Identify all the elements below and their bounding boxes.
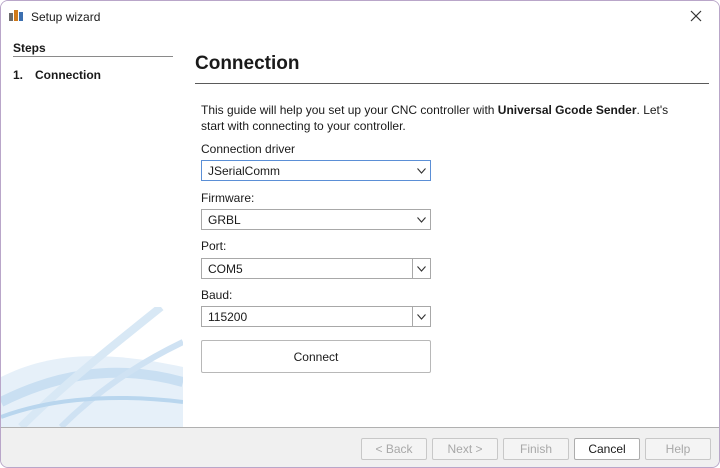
chevron-down-icon[interactable]: [412, 259, 430, 278]
connection-driver-select[interactable]: JSerialComm: [201, 160, 431, 181]
window-title: Setup wizard: [31, 10, 101, 24]
setup-wizard-window: Setup wizard Steps 1. Connection Connect…: [0, 0, 720, 468]
help-button[interactable]: Help: [645, 438, 711, 460]
chevron-down-icon: [412, 161, 430, 180]
port-select[interactable]: COM5: [201, 258, 431, 279]
connection-driver-label: Connection driver: [201, 142, 296, 156]
next-button[interactable]: Next >: [432, 438, 498, 460]
steps-divider: [13, 56, 173, 57]
title-bar: Setup wizard: [1, 1, 719, 31]
cancel-button[interactable]: Cancel: [574, 438, 640, 460]
baud-label: Baud:: [201, 288, 233, 302]
firmware-label: Firmware:: [201, 191, 255, 205]
app-name: Universal Gcode Sender: [497, 103, 637, 117]
steps-panel: Steps 1. Connection: [1, 31, 183, 427]
intro-text: This guide will help you set up your CNC…: [201, 103, 669, 133]
wizard-footer: < Back Next > Finish Cancel Help: [1, 427, 719, 467]
steps-heading: Steps: [13, 41, 46, 55]
firmware-select[interactable]: GRBL: [201, 209, 431, 230]
step-label: Connection: [35, 68, 101, 82]
port-label: Port:: [201, 239, 227, 253]
chevron-down-icon[interactable]: [412, 307, 430, 326]
close-icon: [690, 10, 702, 22]
title-divider: [195, 83, 709, 84]
back-button[interactable]: < Back: [361, 438, 427, 460]
step-item-connection: 1. Connection: [13, 68, 101, 82]
close-button[interactable]: [673, 1, 719, 31]
decorative-swoosh-graphic: [1, 307, 183, 427]
page-title: Connection: [195, 53, 300, 74]
main-content: Connection This guide will help you set …: [183, 31, 719, 427]
baud-select[interactable]: 115200: [201, 306, 431, 327]
chevron-down-icon: [412, 210, 430, 229]
connect-button[interactable]: Connect: [201, 340, 431, 373]
step-number: 1.: [13, 68, 24, 82]
finish-button[interactable]: Finish: [503, 438, 569, 460]
ugs-logo-icon: [9, 10, 23, 21]
